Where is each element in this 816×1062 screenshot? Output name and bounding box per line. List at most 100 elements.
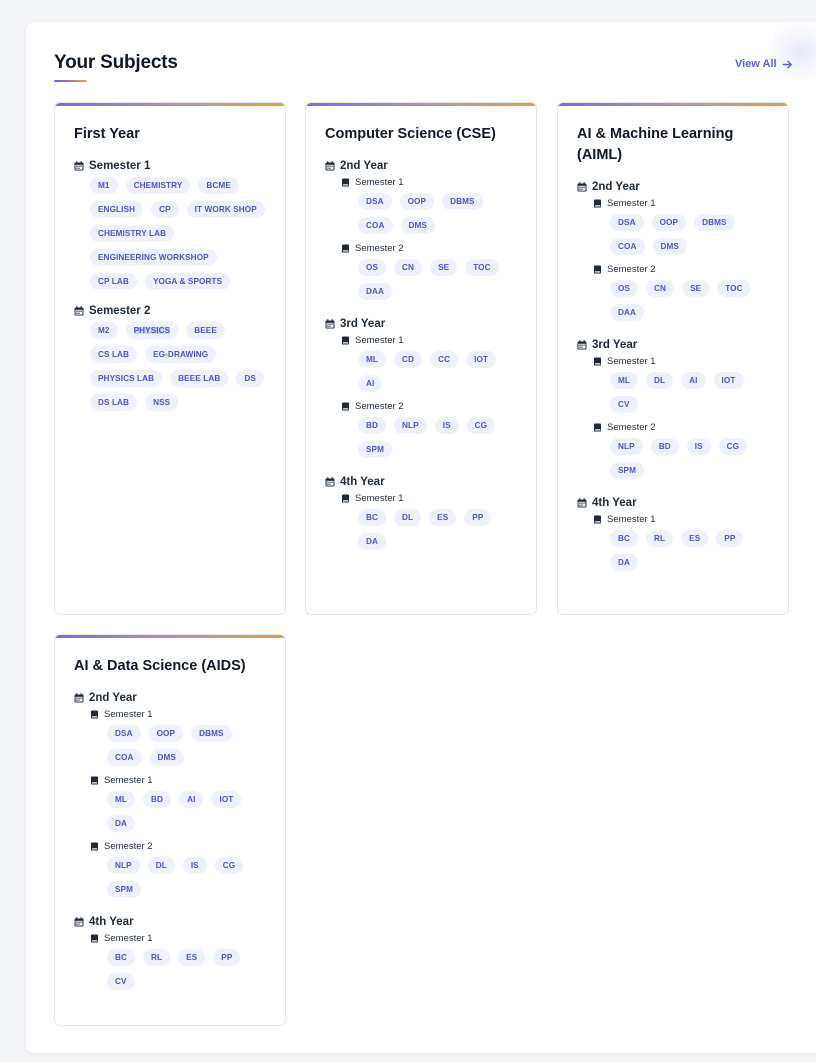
subject-chip[interactable]: SPM [358, 441, 393, 458]
subject-chip[interactable]: OS [610, 280, 639, 297]
subject-chip[interactable]: AI [179, 791, 204, 808]
subject-chip[interactable]: DBMS [191, 725, 232, 742]
subject-chip[interactable]: NLP [394, 417, 427, 434]
subject-chip[interactable]: IOT [211, 791, 242, 808]
subject-chip[interactable]: M2 [90, 322, 118, 339]
subject-chip[interactable]: ENGINEERING WORKSHOP [90, 249, 217, 266]
book-icon [593, 423, 602, 432]
subject-chip[interactable]: IT WORK SHOP [186, 201, 265, 218]
subject-chip[interactable]: SPM [107, 881, 142, 898]
card-tree: 2nd Year Semester 1 DSA OOP DBMS COA DMS Semest… [558, 166, 788, 584]
title-underline [54, 80, 87, 82]
subject-chip[interactable]: DMS [400, 217, 435, 234]
subject-chip[interactable]: ES [178, 949, 206, 966]
subject-chip[interactable]: CC [430, 351, 459, 368]
subject-chip[interactable]: DS LAB [90, 394, 138, 411]
subject-chip[interactable]: BC [358, 509, 387, 526]
subject-chip[interactable]: DSA [107, 725, 141, 742]
subject-chip[interactable]: ENGLISH [90, 201, 144, 218]
subject-chip[interactable]: SE [682, 280, 710, 297]
subject-chip[interactable]: EG-DRAWING [145, 346, 217, 363]
subject-chip[interactable]: ES [681, 530, 709, 547]
subject-chip[interactable]: BD [358, 417, 387, 434]
subject-chip[interactable]: AI [681, 372, 706, 389]
subject-chip[interactable]: NSS [145, 394, 179, 411]
subject-chip[interactable]: COA [358, 217, 393, 234]
subject-chip[interactable]: IOT [466, 351, 497, 368]
subject-chip[interactable]: PHYSICS LAB [90, 370, 163, 387]
subject-chip[interactable]: DBMS [694, 214, 735, 231]
subject-chip[interactable]: DA [107, 815, 136, 832]
subject-chip[interactable]: IS [686, 438, 711, 455]
subject-chip[interactable]: CG [466, 417, 496, 434]
subject-chip[interactable]: DL [147, 857, 175, 874]
subject-chip[interactable]: COA [610, 238, 645, 255]
subject-chip[interactable]: DAA [610, 304, 645, 321]
subject-chip[interactable]: BD [650, 438, 679, 455]
subject-chip[interactable]: PHYSICS [125, 322, 179, 339]
subject-chip[interactable]: PP [716, 530, 744, 547]
subject-chip[interactable]: ES [429, 509, 457, 526]
subject-chip[interactable]: CV [107, 973, 135, 990]
subject-chip[interactable]: DBMS [442, 193, 483, 210]
subject-chip[interactable]: CN [394, 259, 423, 276]
subject-chip[interactable]: ML [107, 791, 136, 808]
subject-chip[interactable]: OS [358, 259, 387, 276]
subject-chip[interactable]: RL [646, 530, 674, 547]
subject-chip[interactable]: SPM [610, 462, 645, 479]
subject-chip[interactable]: BC [610, 530, 639, 547]
semester-heading: Semester 1 [341, 493, 517, 504]
subject-chip[interactable]: DAA [358, 283, 393, 300]
subject-chip[interactable]: CV [610, 396, 638, 413]
subject-chip[interactable]: NLP [107, 857, 140, 874]
chip-list: BC RL ES PP DA [610, 530, 769, 571]
subject-chip[interactable]: CD [394, 351, 423, 368]
subject-chip[interactable]: NLP [610, 438, 643, 455]
subject-chip[interactable]: DL [646, 372, 674, 389]
subject-chip[interactable]: BC [107, 949, 136, 966]
subject-chip[interactable]: BD [143, 791, 172, 808]
subject-chip[interactable]: OOP [651, 214, 687, 231]
subject-chip[interactable]: DSA [610, 214, 644, 231]
subject-chip[interactable]: CG [214, 857, 244, 874]
subject-chip[interactable]: IOT [713, 372, 744, 389]
subject-chip[interactable]: ML [358, 351, 387, 368]
subject-chip[interactable]: SE [430, 259, 458, 276]
subject-chip[interactable]: CP [151, 201, 179, 218]
subject-chip[interactable]: DSA [358, 193, 392, 210]
subject-chip[interactable]: DMS [149, 749, 184, 766]
subject-chip[interactable]: M1 [90, 177, 118, 194]
book-icon [341, 244, 350, 253]
subject-chip[interactable]: YOGA & SPORTS [144, 273, 231, 290]
subject-chip[interactable]: OOP [399, 193, 435, 210]
subject-chip[interactable]: PP [213, 949, 241, 966]
subject-chip[interactable]: PP [464, 509, 492, 526]
subject-chip[interactable]: COA [107, 749, 142, 766]
subject-chip[interactable]: CN [646, 280, 675, 297]
subject-chip[interactable]: AI [358, 375, 383, 392]
subject-chip[interactable]: CP LAB [90, 273, 137, 290]
subject-chip[interactable]: DA [358, 533, 387, 550]
subject-chip[interactable]: DMS [652, 238, 687, 255]
subject-chip[interactable]: CHEMISTRY LAB [90, 225, 175, 242]
subject-chip[interactable]: CS LAB [90, 346, 138, 363]
subject-chip[interactable]: TOC [465, 259, 499, 276]
subject-chip[interactable]: TOC [717, 280, 751, 297]
subject-chip[interactable]: BEEE LAB [170, 370, 229, 387]
subject-chip[interactable]: OOP [148, 725, 184, 742]
view-all-link[interactable]: View All [735, 58, 793, 70]
subject-chip[interactable]: DL [394, 509, 422, 526]
card-title: Computer Science (CSE) [325, 126, 496, 142]
subject-chip[interactable]: IS [182, 857, 207, 874]
year-label: Semester 2 [89, 305, 151, 317]
subject-chip[interactable]: DS [236, 370, 264, 387]
subject-chip[interactable]: ML [610, 372, 639, 389]
subject-chip[interactable]: IS [434, 417, 459, 434]
subject-chip[interactable]: BEEE [186, 322, 225, 339]
chip-list: DSA OOP DBMS COA DMS [358, 193, 517, 234]
subject-chip[interactable]: CG [718, 438, 748, 455]
subject-chip[interactable]: RL [143, 949, 171, 966]
subject-chip[interactable]: DA [610, 554, 639, 571]
subject-chip[interactable]: BCME [198, 177, 239, 194]
subject-chip[interactable]: CHEMISTRY [125, 177, 191, 194]
